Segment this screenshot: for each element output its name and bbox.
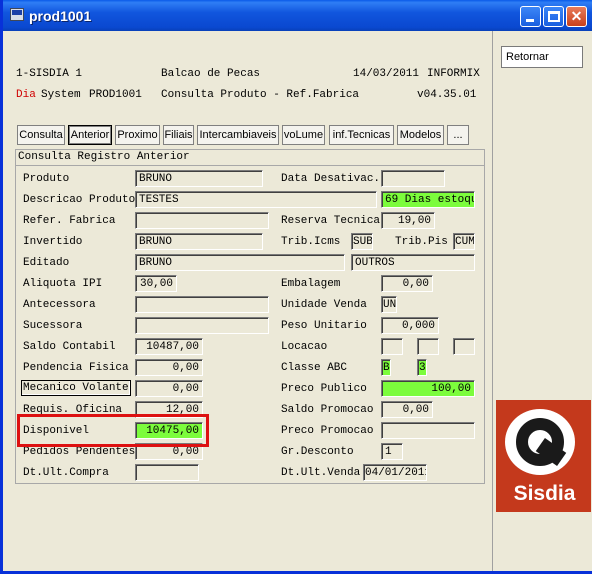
data-desativac-field[interactable] [381,170,445,187]
maximize-icon [548,11,560,22]
peso-unitario-label: Peso Unitario [281,320,367,332]
close-button[interactable]: ✕ [566,6,587,27]
aliquota-ipi-field[interactable]: 30,00 [135,275,177,292]
tab-filiais[interactable]: Filiais [163,125,194,145]
locacao-field-3[interactable] [453,338,475,355]
tab-consulta[interactable]: Consulta [17,125,65,145]
descricao-produto-label: Descricao Produto [23,194,136,206]
saldo-promocao-label: Saldo Promocao [281,404,374,416]
produto-label: Produto [23,173,70,185]
module-label: Balcao de Pecas [161,68,261,80]
editado-label: Editado [23,257,70,269]
data-desativac-label: Data Desativac. [281,173,381,185]
preco-publico-label: Preco Publico [281,383,367,395]
locacao-label: Locacao [281,341,328,353]
app-window: prod1001 ✕ 1-SISDIA 1 Balcao de Pecas 14… [0,0,592,574]
sucessora-label: Sucessora [23,320,83,332]
gr-desconto-field[interactable]: 1 [381,443,403,460]
pendencia-fisica-label: Pendencia Fisica [23,362,129,374]
minimize-button[interactable] [520,6,541,27]
locacao-field-1[interactable] [381,338,403,355]
reserva-tecnica-field[interactable]: 19,00 [381,212,435,229]
invertido-field[interactable]: BRUNO [135,233,263,250]
dt-ult-venda-field[interactable]: 04/01/2011 [363,464,427,481]
disponivel-highlight-box [17,414,209,447]
tab-anterior[interactable]: Anterior [68,125,112,145]
tab-more[interactable]: ... [447,125,469,145]
refer-fabrica-label: Refer. Fabrica [23,215,116,227]
dt-ult-venda-label: Dt.Ult.Venda [281,467,361,479]
logo-text: Sisdia [513,482,576,505]
unidade-venda-label: Unidade Venda [281,299,367,311]
refer-fabrica-field[interactable] [135,212,269,229]
preco-promocao-field[interactable] [381,422,475,439]
app-icon [10,8,24,21]
antecessora-label: Antecessora [23,299,96,311]
close-icon: ✕ [570,8,583,24]
pedidos-pendentes-label: Pedidos Pendentes [23,446,136,458]
embalagem-label: Embalagem [281,278,341,290]
dia-label: Dia [16,89,36,101]
system-label: System [41,89,81,101]
window-title: prod1001 [29,8,92,24]
preco-promocao-label: Preco Promocao [281,425,374,437]
tab-intercambiaveis[interactable]: Intercambiaveis [197,125,279,145]
version-label: v04.35.01 [417,89,477,101]
pendencia-fisica-field[interactable]: 0,00 [135,359,203,376]
maximize-button[interactable] [543,6,564,27]
invertido-label: Invertido [23,236,83,248]
antecessora-field[interactable] [135,296,269,313]
mecanico-volante-field[interactable]: 0,00 [135,380,203,397]
classe-abc-label: Classe ABC [281,362,348,374]
program-code: PROD1001 [89,89,142,101]
minimize-icon [526,19,534,22]
dt-ult-compra-label: Dt.Ult.Compra [23,467,109,479]
aliquota-ipi-label: Aliquota IPI [23,278,103,290]
saldo-contabil-label: Saldo Contabil [23,341,116,353]
tab-modelos[interactable]: Modelos [397,125,444,145]
saldo-contabil-field[interactable]: 10487,00 [135,338,203,355]
sisdia-logo: Sisdia [496,400,591,512]
sucessora-field[interactable] [135,317,269,334]
gr-desconto-label: Gr.Desconto [281,446,354,458]
dt-ult-compra-field[interactable] [135,464,199,481]
preco-publico-field[interactable]: 100,00 [381,380,475,397]
tab-proximo[interactable]: Proximo [115,125,160,145]
unidade-venda-field[interactable]: UN [381,296,397,313]
database-label: INFORMIX [427,68,480,80]
peso-unitario-field[interactable]: 0,000 [381,317,439,334]
date-label: 14/03/2011 [353,68,420,80]
company-label: 1-SISDIA 1 [16,68,83,80]
saldo-promocao-field[interactable]: 0,00 [381,401,433,418]
editado-right-field[interactable]: OUTROS [351,254,475,271]
screen-title: Consulta Produto - Ref.Fabrica [161,89,360,101]
trib-pis-label: Trib.Pis [395,236,448,248]
title-bar[interactable]: prod1001 ✕ [3,0,592,31]
produto-field[interactable]: BRUNO [135,170,263,187]
descricao-produto-field[interactable]: TESTES [135,191,377,208]
classe-abc-field-2[interactable]: 3 [417,359,427,376]
embalagem-field[interactable]: 0,00 [381,275,433,292]
classe-abc-field-1[interactable]: B [381,359,391,376]
reserva-tecnica-label: Reserva Tecnica [281,215,381,227]
trib-pis-field[interactable]: CUM [453,233,475,250]
trib-icms-field[interactable]: SUB [351,233,373,250]
dias-estoque-field: 69 Dias estoque [381,191,475,208]
mecanico-volante-button[interactable]: Mecanico Volante [21,380,131,396]
retornar-button[interactable]: Retornar [501,46,583,68]
tab-volume[interactable]: voLume [282,125,325,145]
trib-icms-label: Trib.Icms [281,236,341,248]
locacao-field-2[interactable] [417,338,439,355]
tab-inf-tecnicas[interactable]: inf.Tecnicas [329,125,394,145]
status-line: Consulta Registro Anterior [16,150,484,166]
editado-field[interactable]: BRUNO [135,254,345,271]
